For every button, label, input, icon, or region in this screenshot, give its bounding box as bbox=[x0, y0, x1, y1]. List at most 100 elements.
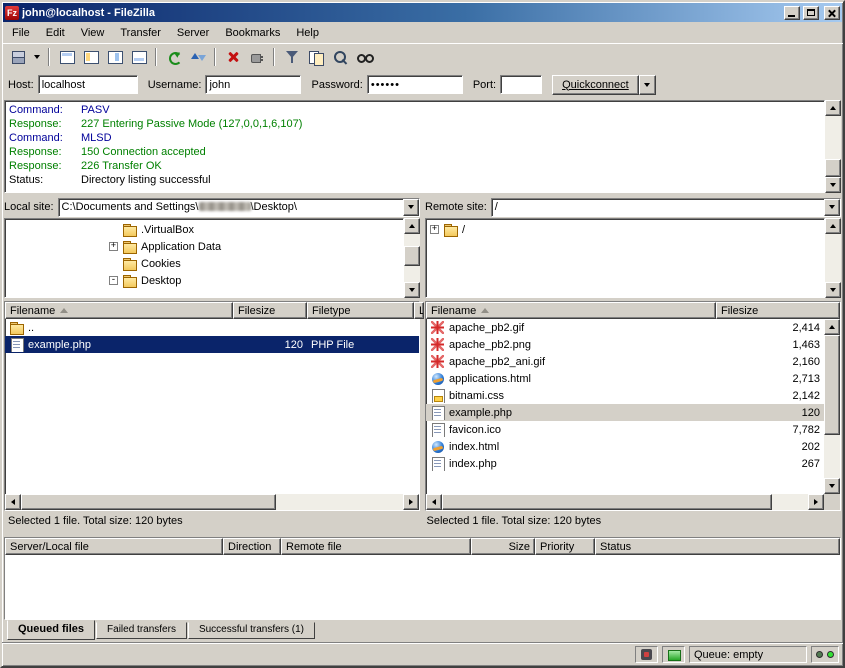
menu-bookmarks[interactable]: Bookmarks bbox=[217, 24, 288, 42]
tree-expander[interactable]: + bbox=[430, 225, 439, 234]
column-header-priority[interactable]: Priority bbox=[535, 538, 595, 555]
scroll-up-button[interactable] bbox=[825, 218, 841, 234]
toggle-remote-tree-button[interactable] bbox=[103, 46, 126, 68]
menu-server[interactable]: Server bbox=[169, 24, 217, 42]
remote-tree-scrollbar[interactable] bbox=[825, 218, 841, 298]
find-files-button[interactable] bbox=[328, 46, 351, 68]
tree-expander[interactable]: + bbox=[109, 242, 118, 251]
scrollbar-track[interactable] bbox=[825, 234, 841, 282]
tab-successful-transfers[interactable]: Successful transfers (1) bbox=[188, 622, 315, 639]
username-input[interactable] bbox=[205, 75, 301, 94]
log-scrollbar[interactable] bbox=[825, 100, 841, 193]
remote-tree-item[interactable]: +/ bbox=[426, 221, 824, 238]
scrollbar-track[interactable] bbox=[21, 494, 403, 510]
scroll-left-button[interactable] bbox=[5, 494, 21, 510]
local-tree-item[interactable]: +Application Data bbox=[5, 238, 403, 255]
port-input[interactable] bbox=[500, 75, 542, 94]
menu-view[interactable]: View bbox=[73, 24, 113, 42]
scrollbar-track[interactable] bbox=[442, 494, 808, 510]
log-message: 227 Entering Passive Mode (127,0,0,1,6,1… bbox=[81, 117, 302, 131]
password-input[interactable] bbox=[367, 75, 463, 94]
scroll-down-button[interactable] bbox=[825, 177, 841, 193]
column-header-server-local-file[interactable]: Server/Local file bbox=[5, 538, 223, 555]
local-tree-item[interactable]: Cookies bbox=[5, 255, 403, 272]
scrollbar-thumb[interactable] bbox=[21, 494, 276, 510]
remote-file-row[interactable]: apache_pb2.gif 2,414 bbox=[426, 319, 824, 336]
menu-edit[interactable]: Edit bbox=[38, 24, 73, 42]
column-header-status[interactable]: Status bbox=[595, 538, 840, 555]
minimize-button[interactable] bbox=[784, 6, 800, 20]
folder-icon bbox=[122, 274, 138, 288]
local-tree-item[interactable]: .VirtualBox bbox=[5, 221, 403, 238]
local-tree-item[interactable]: -Desktop bbox=[5, 272, 403, 289]
menu-file[interactable]: File bbox=[4, 24, 38, 42]
column-header-direction[interactable]: Direction bbox=[223, 538, 281, 555]
toggle-message-log-button[interactable] bbox=[55, 46, 78, 68]
scrollbar-track[interactable] bbox=[404, 234, 420, 282]
remote-file-row[interactable]: bitnami.css 2,142 bbox=[426, 387, 824, 404]
filter-button[interactable] bbox=[280, 46, 303, 68]
tab-failed-transfers[interactable]: Failed transfers bbox=[96, 622, 187, 639]
close-button[interactable] bbox=[824, 6, 840, 20]
process-queue-button[interactable] bbox=[186, 46, 209, 68]
local-file-row[interactable]: .. bbox=[5, 319, 419, 336]
local-file-row[interactable]: example.php 120 PHP File bbox=[5, 336, 419, 353]
local-list-hscrollbar[interactable] bbox=[5, 494, 419, 510]
disconnect-button[interactable] bbox=[245, 46, 268, 68]
compare-directories-button[interactable] bbox=[304, 46, 327, 68]
menu-transfer[interactable]: Transfer bbox=[112, 24, 169, 42]
toggle-local-tree-button[interactable] bbox=[79, 46, 102, 68]
menu-help[interactable]: Help bbox=[288, 24, 327, 42]
scroll-right-button[interactable] bbox=[808, 494, 824, 510]
remote-file-row[interactable]: favicon.ico 7,782 bbox=[426, 421, 824, 438]
quickconnect-button[interactable]: Quickconnect bbox=[552, 75, 639, 95]
cancel-button[interactable] bbox=[221, 46, 244, 68]
column-header-remote-file[interactable]: Remote file bbox=[281, 538, 471, 555]
refresh-button[interactable] bbox=[162, 46, 185, 68]
column-header-filename[interactable]: Filename bbox=[426, 302, 716, 319]
combo-dropdown-button[interactable] bbox=[824, 199, 840, 216]
scroll-down-button[interactable] bbox=[825, 282, 841, 298]
quickconnect-dropdown-button[interactable] bbox=[639, 75, 656, 95]
column-header-filesize[interactable]: Filesize bbox=[716, 302, 840, 319]
scrollbar-thumb[interactable] bbox=[442, 494, 772, 510]
scrollbar-thumb[interactable] bbox=[824, 335, 840, 435]
site-manager-button[interactable] bbox=[6, 46, 29, 68]
remote-file-row[interactable]: index.php 267 bbox=[426, 455, 824, 472]
remote-file-row[interactable]: index.html 202 bbox=[426, 438, 824, 455]
column-header-filetype[interactable]: Filetype bbox=[307, 302, 414, 319]
remote-file-row[interactable]: applications.html 2,713 bbox=[426, 370, 824, 387]
column-header-filesize[interactable]: Filesize bbox=[233, 302, 307, 319]
remote-list-vscrollbar[interactable] bbox=[824, 319, 840, 494]
host-input[interactable] bbox=[38, 75, 138, 94]
column-header-filename[interactable]: Filename bbox=[5, 302, 233, 319]
scrollbar-thumb[interactable] bbox=[404, 246, 420, 266]
remote-list-hscrollbar[interactable] bbox=[426, 494, 824, 510]
tree-expander[interactable]: - bbox=[109, 276, 118, 285]
scroll-left-button[interactable] bbox=[426, 494, 442, 510]
combo-dropdown-button[interactable] bbox=[403, 199, 419, 216]
scrollbar-track[interactable] bbox=[825, 116, 841, 177]
scroll-up-button[interactable] bbox=[824, 319, 840, 335]
column-header-size[interactable]: Size bbox=[471, 538, 535, 555]
scrollbar-thumb[interactable] bbox=[825, 159, 841, 177]
remote-file-row[interactable]: example.php 120 bbox=[426, 404, 824, 421]
scroll-up-button[interactable] bbox=[825, 100, 841, 116]
maximize-button[interactable] bbox=[803, 6, 819, 20]
scroll-up-button[interactable] bbox=[404, 218, 420, 234]
message-log-icon bbox=[59, 49, 75, 65]
remote-site-path-combo[interactable]: / bbox=[491, 198, 841, 217]
tab-queued-files[interactable]: Queued files bbox=[7, 620, 95, 640]
local-tree-scrollbar[interactable] bbox=[404, 218, 420, 298]
scroll-down-button[interactable] bbox=[404, 282, 420, 298]
remote-file-row[interactable]: apache_pb2.png 1,463 bbox=[426, 336, 824, 353]
local-site-path-combo[interactable]: C:\Documents and Settings\\Desktop\ bbox=[58, 198, 420, 217]
scroll-down-button[interactable] bbox=[824, 478, 840, 494]
site-manager-dropdown-button[interactable] bbox=[30, 46, 43, 68]
scroll-right-button[interactable] bbox=[403, 494, 419, 510]
log-message: 150 Connection accepted bbox=[81, 145, 206, 159]
synchronized-browsing-button[interactable] bbox=[352, 46, 375, 68]
remote-file-row[interactable]: apache_pb2_ani.gif 2,160 bbox=[426, 353, 824, 370]
toggle-queue-button[interactable] bbox=[127, 46, 150, 68]
scrollbar-track[interactable] bbox=[824, 335, 840, 478]
